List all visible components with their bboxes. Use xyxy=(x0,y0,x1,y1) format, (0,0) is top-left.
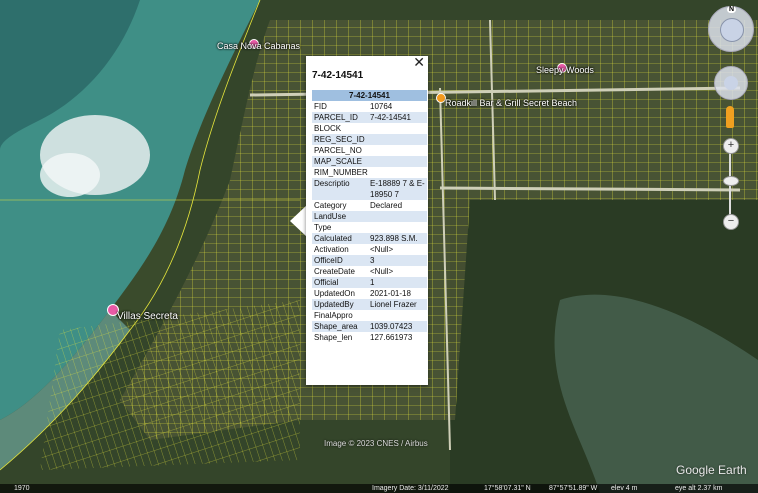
attribute-row: FinalAppro xyxy=(312,310,427,321)
attribute-row: Calculated 923.898 S.M. xyxy=(312,233,427,244)
attribute-row: Shape_area 1039.07423 xyxy=(312,321,427,332)
attribute-key: UpdatedOn xyxy=(314,289,355,298)
attribute-key: LandUse xyxy=(314,212,347,221)
place-label-villas-secreta[interactable]: Villas Secreta xyxy=(117,311,178,322)
attribute-key: MAP_SCALE xyxy=(314,157,363,166)
attribute-value: 1039.07423 xyxy=(370,322,413,331)
attribute-value: 10764 xyxy=(370,102,393,111)
attribute-key: Shape_area xyxy=(314,322,358,331)
zoom-slider-handle[interactable] xyxy=(723,176,739,186)
attribute-value: 1 xyxy=(370,278,375,287)
attribute-value xyxy=(368,123,427,134)
attribute-value: 7-42-14541 xyxy=(370,113,411,122)
attribute-value xyxy=(368,211,427,222)
attribute-row: Category Declared xyxy=(312,200,427,211)
attribute-row: UpdatedBy Lionel Frazer xyxy=(312,299,427,310)
attribute-row: FID 10764 xyxy=(312,101,427,112)
attribute-row: Activation <Null> xyxy=(312,244,427,255)
look-control-icon[interactable] xyxy=(720,18,744,42)
eye-altitude-readout: eye alt 2.37 km xyxy=(675,485,723,492)
attribute-value: <Null> xyxy=(370,245,394,254)
pegman-icon[interactable] xyxy=(726,106,734,128)
imagery-credit: Image © 2023 CNES / Airbus xyxy=(324,439,428,448)
attribute-row: Official 1 xyxy=(312,277,427,288)
attribute-key: Official xyxy=(314,278,339,287)
attribute-value xyxy=(368,310,427,321)
attribute-row: Shape_len 127.661973 xyxy=(312,332,427,343)
attribute-row: MAP_SCALE xyxy=(312,156,427,167)
attribute-key: PARCEL_NO xyxy=(314,146,362,155)
attribute-row: Descriptio E-18889 7 & E-18950 7 xyxy=(312,178,427,200)
attribute-key: RIM_NUMBER xyxy=(314,168,368,177)
attribute-key: BLOCK xyxy=(314,124,342,133)
zoom-out-button[interactable]: − xyxy=(723,214,739,230)
attribute-row: CreateDate <Null> xyxy=(312,266,427,277)
attribute-value: 3 xyxy=(370,256,375,265)
attribute-key: FinalAppro xyxy=(314,311,353,320)
attribute-row: RIM_NUMBER xyxy=(312,167,427,178)
attribute-value: 127.661973 xyxy=(370,333,413,342)
status-bar: 1970 Imagery Date: 3/11/2022 17°58'07.31… xyxy=(0,484,758,493)
attribute-table-header: 7-42-14541 xyxy=(312,90,427,101)
imagery-date: Imagery Date: 3/11/2022 xyxy=(372,485,449,492)
compass-icon[interactable]: N xyxy=(708,6,754,52)
attribute-row: Type xyxy=(312,222,427,233)
attribute-value: E-18889 7 & E-18950 7 xyxy=(370,179,425,199)
attribute-table: 7-42-14541 FID 10764 PARCEL_ID 7-42-14541 BL… xyxy=(312,90,427,343)
popup-pointer xyxy=(290,205,307,237)
elevation-readout: elev 4 m xyxy=(611,485,638,492)
attribute-value: Declared xyxy=(370,201,403,210)
attribute-key: FID xyxy=(314,102,327,111)
attribute-key: CreateDate xyxy=(314,267,355,276)
attribute-key: REG_SEC_ID xyxy=(314,135,365,144)
attribute-row: PARCEL_NO xyxy=(312,145,427,156)
attribute-key: UpdatedBy xyxy=(314,300,354,309)
zoom-in-button[interactable]: + xyxy=(723,138,739,154)
attribute-row: REG_SEC_ID xyxy=(312,134,427,145)
historical-year[interactable]: 1970 xyxy=(14,484,30,493)
move-control-icon[interactable] xyxy=(714,66,748,100)
attribute-key: Descriptio xyxy=(314,179,350,188)
attribute-value xyxy=(368,167,427,178)
attribute-value xyxy=(368,134,427,145)
attribute-key: Shape_len xyxy=(314,333,353,342)
attribute-key: PARCEL_ID xyxy=(314,113,358,122)
north-label: N xyxy=(727,6,737,13)
attribute-value: Lionel Frazer xyxy=(370,300,417,309)
zoom-slider[interactable]: + − xyxy=(723,138,739,230)
attribute-row: PARCEL_ID 7-42-14541 xyxy=(312,112,427,123)
parcel-info-popup: ✕ 7-42-14541 7-42-14541 FID 10764 PARCEL_I… xyxy=(306,54,428,385)
attribute-value: <Null> xyxy=(370,267,394,276)
attribute-row: BLOCK xyxy=(312,123,427,134)
attribute-value xyxy=(368,145,427,156)
latitude-readout: 17°58'07.31" N xyxy=(484,485,531,492)
move-center-icon xyxy=(724,76,738,90)
attribute-key: OfficeID xyxy=(314,256,343,265)
longitude-readout: 87°57'51.89" W xyxy=(549,485,598,492)
attribute-value: 923.898 S.M. xyxy=(370,234,418,243)
attribute-row: OfficeID 3 xyxy=(312,255,427,266)
place-label-casa-nova[interactable]: Casa Nova Cabanas xyxy=(217,41,300,51)
attribute-row: UpdatedOn 2021-01-18 xyxy=(312,288,427,299)
google-earth-watermark: Google Earth xyxy=(676,463,747,477)
attribute-key: Activation xyxy=(314,245,349,254)
close-icon[interactable]: ✕ xyxy=(413,54,425,71)
attribute-value xyxy=(368,156,427,167)
attribute-row: LandUse xyxy=(312,211,427,222)
attribute-key: Calculated xyxy=(314,234,352,243)
attribute-value: 2021-01-18 xyxy=(370,289,411,298)
attribute-value xyxy=(368,222,427,233)
place-label-sleepy-woods[interactable]: Sleepy Woods xyxy=(536,65,594,75)
popup-title: 7-42-14541 xyxy=(312,70,364,81)
place-label-roadkill[interactable]: Roadkill Bar & Grill Secret Beach xyxy=(445,98,577,108)
attribute-key: Type xyxy=(314,223,332,232)
attribute-key: Category xyxy=(314,201,347,210)
